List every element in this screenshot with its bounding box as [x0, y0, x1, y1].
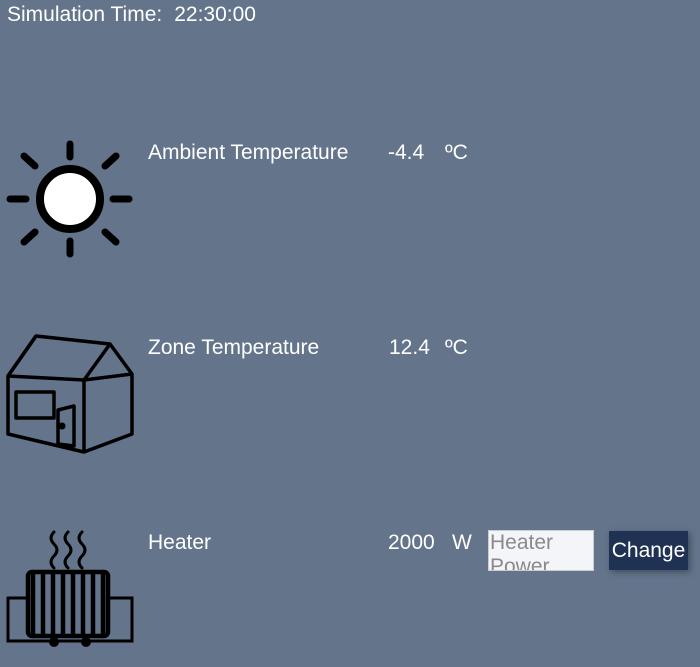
ambient-temperature-unit: ºC — [445, 141, 468, 164]
heater-label: Heater — [148, 531, 212, 554]
ambient-temperature-label: Ambient Temperature — [148, 141, 349, 164]
ambient-temperature-value: -4.4 — [388, 141, 425, 164]
change-button[interactable]: Change — [609, 531, 688, 570]
house-icon — [6, 334, 134, 454]
heater-power-value: 2000 — [388, 531, 435, 554]
heater-power-unit: W — [452, 531, 472, 554]
heater-icon — [6, 530, 134, 647]
simulation-panel: Simulation Time: 22:30:00 Ambient Tempera… — [0, 0, 700, 667]
simulation-time-label: Simulation Time: — [7, 3, 163, 26]
heater-power-input[interactable] — [488, 530, 594, 571]
sun-icon — [6, 140, 133, 258]
simulation-time-value: 22:30:00 — [174, 3, 256, 26]
zone-temperature-unit: ºC — [445, 336, 468, 359]
zone-temperature-value: 12.4 — [389, 336, 430, 359]
zone-temperature-label: Zone Temperature — [148, 336, 320, 359]
simulation-time: Simulation Time: 22:30:00 — [7, 3, 256, 27]
